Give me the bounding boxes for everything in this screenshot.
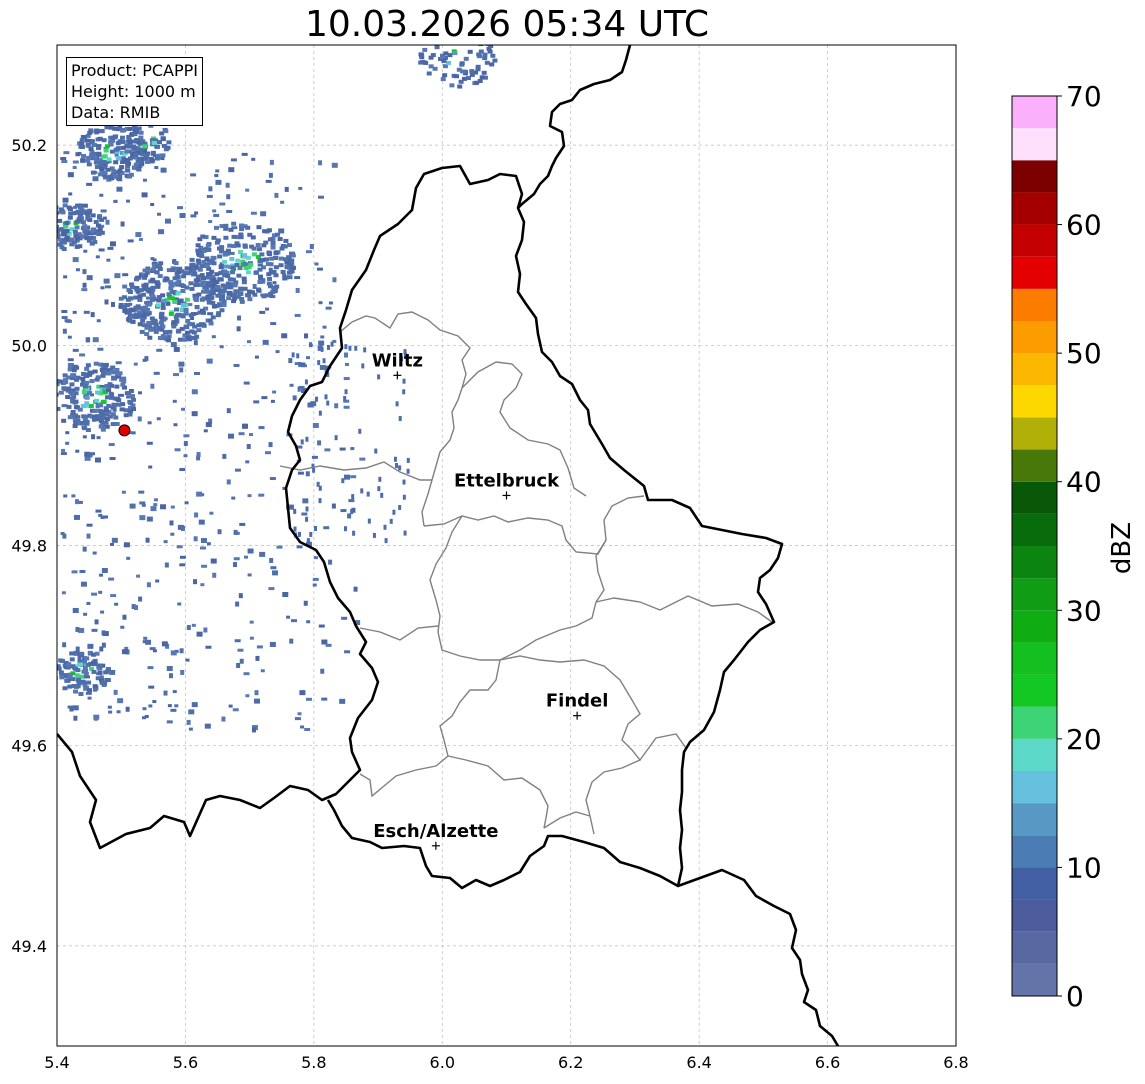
- canton-border: [429, 515, 500, 661]
- city-label: Wiltz: [372, 350, 423, 371]
- canton-border: [339, 311, 471, 527]
- map-gridlines: [56, 45, 957, 1046]
- x-tick-label: 6.4: [686, 1053, 711, 1072]
- canton-border: [359, 659, 501, 798]
- info-height: Height: 1000 m: [71, 82, 196, 101]
- x-tick-label: 6.6: [815, 1053, 840, 1072]
- y-tick-label: 50.2: [11, 136, 47, 155]
- city-label: Findel: [546, 691, 609, 712]
- y-tick-label: 49.6: [11, 737, 47, 756]
- canton-border: [359, 625, 439, 641]
- info-source: Data: RMIB: [71, 103, 161, 122]
- country-borders: [57, 45, 840, 1046]
- canton-border: [447, 755, 549, 829]
- info-box: Product: PCAPPI Height: 1000 m Data: RMI…: [66, 57, 204, 126]
- y-tick-label: 50.0: [11, 336, 47, 355]
- country-border: [677, 868, 840, 1046]
- canton-border: [639, 733, 687, 761]
- city-label: Esch/Alzette: [373, 821, 498, 842]
- x-tick-label: 5.6: [173, 1053, 198, 1072]
- country-border: [57, 164, 784, 890]
- city-label: Ettelbruck: [454, 470, 560, 491]
- canton-border: [499, 539, 607, 661]
- city-marker: Ettelbruck: [454, 470, 560, 500]
- canton-border: [499, 655, 642, 835]
- info-product: Product: PCAPPI: [71, 61, 199, 80]
- radar-site-marker: [118, 424, 131, 437]
- city-marker: Esch/Alzette: [373, 821, 499, 850]
- x-tick-label: 6.0: [430, 1053, 455, 1072]
- x-tick-label: 5.8: [301, 1053, 326, 1072]
- radar-map: Wiltz Ettelbruck Findel Esch/Alzette 5.4 5.6…: [11, 44, 969, 1072]
- y-tick-label: 49.8: [11, 537, 47, 556]
- x-tick-label: 5.4: [44, 1053, 69, 1072]
- city-marker: Findel: [546, 691, 609, 720]
- y-tick-label: 49.4: [11, 937, 47, 956]
- x-tick-label: 6.2: [558, 1053, 583, 1072]
- country-border: [517, 45, 632, 209]
- city-markers: Wiltz Ettelbruck Findel Esch/Alzette: [372, 350, 609, 850]
- canton-border: [543, 811, 591, 829]
- canton-border: [595, 595, 773, 623]
- x-tick-label: 6.8: [943, 1053, 968, 1072]
- map-axes: 5.4 5.6 5.8 6.0 6.2 6.4 6.6 6.8 49.4 49.6 49.8 50.0…: [11, 136, 968, 1072]
